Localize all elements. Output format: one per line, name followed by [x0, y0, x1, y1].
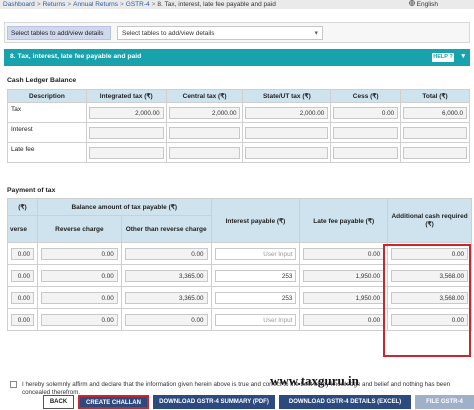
table-row: 0.00 0.00 0.00 User Input 0.00 0.00: [7, 308, 472, 331]
breadcrumb-current: 8. Tax, interest, late fee payable and p…: [157, 1, 276, 8]
readonly-field: 0.00: [11, 313, 34, 326]
breadcrumb-separator: >: [36, 1, 41, 8]
column-header: (₹): [7, 198, 38, 216]
readonly-field: 0.00: [40, 291, 118, 304]
readonly-field: 0.00: [40, 247, 118, 260]
breadcrumb: Dashboard > Returns > Annual Returns > G…: [0, 0, 474, 9]
section-header: 8. Tax, interest, late fee payable and p…: [4, 49, 470, 66]
table-row: Late fee: [7, 142, 470, 163]
table-selector-label: Select tables to add/view details: [7, 26, 111, 40]
language-selector[interactable]: English: [408, 0, 438, 8]
readonly-field: 0.00: [124, 247, 208, 260]
readonly-field: [88, 146, 164, 159]
readonly-field: [403, 146, 467, 159]
readonly-field: [403, 126, 467, 139]
readonly-field: [245, 126, 329, 139]
column-header: Reverse charge: [36, 215, 122, 243]
declaration-checkbox[interactable]: [10, 381, 17, 388]
breadcrumb-separator: >: [67, 1, 72, 8]
column-header: Other than reverse charge: [120, 215, 212, 243]
collapse-chevron-icon[interactable]: ▾: [461, 52, 465, 60]
language-label: English: [416, 0, 438, 8]
readonly-field: 0.00: [303, 313, 385, 326]
table-selector-value: Select tables to add/view details: [122, 30, 215, 37]
interest-input[interactable]: 253: [214, 291, 297, 304]
readonly-field: 3,568.00: [391, 269, 468, 282]
help-button[interactable]: HELP ?: [432, 53, 454, 62]
interest-input[interactable]: User Input: [214, 313, 297, 326]
readonly-field: 3,365.00: [124, 291, 208, 304]
interest-input[interactable]: 253: [214, 269, 297, 282]
readonly-field: 0.00: [40, 269, 118, 282]
breadcrumb-returns[interactable]: Returns: [43, 1, 66, 8]
readonly-field: 0.00: [391, 313, 468, 326]
readonly-field: 2,000.00: [245, 106, 329, 119]
readonly-field: 0.00: [303, 247, 385, 260]
readonly-field: [88, 126, 164, 139]
column-header: Late fee payable (₹): [299, 198, 389, 243]
breadcrumb-annual-returns[interactable]: Annual Returns: [73, 1, 118, 8]
globe-icon: [408, 0, 415, 8]
row-label: Late fee: [7, 142, 87, 163]
readonly-field: 0.00: [333, 106, 399, 119]
cash-ledger-table: Description Integrated tax (₹) Central t…: [7, 89, 470, 163]
readonly-field: 0.00: [391, 247, 468, 260]
readonly-field: 0.00: [11, 247, 34, 260]
column-header: verse: [7, 215, 38, 243]
column-header: Integrated tax (₹): [85, 89, 167, 103]
readonly-field: [245, 146, 329, 159]
column-header: Total (₹): [400, 89, 470, 103]
section-title: 8. Tax, interest, late fee payable and p…: [10, 53, 142, 60]
table-header-row: (₹) Balance amount of tax payable (₹) In…: [7, 198, 472, 243]
table-row: 0.00 0.00 3,365.00 253 1,950.00 3,568.00: [7, 286, 472, 309]
column-header: Description: [7, 89, 87, 103]
readonly-field: 0.00: [40, 313, 118, 326]
table-header-row: Description Integrated tax (₹) Central t…: [7, 89, 470, 103]
readonly-field: [333, 146, 399, 159]
readonly-field: 6,000.0: [403, 106, 467, 119]
readonly-field: 0.00: [11, 291, 34, 304]
readonly-field: 0.00: [124, 313, 208, 326]
download-details-button[interactable]: DOWNLOAD GSTR-4 DETAILS (EXCEL): [279, 395, 411, 409]
question-icon: ?: [449, 54, 453, 60]
column-header-group: Balance amount of tax payable (₹): [36, 198, 212, 216]
readonly-field: 0.00: [11, 269, 34, 282]
column-header: Cess (₹): [330, 89, 402, 103]
table-row: 0.00 0.00 3,365.00 253 1,950.00 3,568.00: [7, 264, 472, 287]
table-selector-row: Select tables to add/view details Select…: [4, 22, 470, 43]
readonly-field: 2,000.00: [168, 106, 241, 119]
column-header: Interest payable (₹): [210, 198, 301, 243]
breadcrumb-gstr4[interactable]: GSTR-4: [126, 1, 150, 8]
file-gstr4-button[interactable]: FILE GSTR-4: [415, 395, 474, 409]
cash-ledger-title: Cash Ledger Balance: [7, 77, 77, 84]
breadcrumb-separator: >: [151, 1, 156, 8]
back-button[interactable]: BACK: [43, 395, 74, 409]
table-row: Interest: [7, 122, 470, 143]
column-header: Additional cash required (₹): [387, 198, 472, 243]
readonly-field: 3,568.00: [391, 291, 468, 304]
chevron-down-icon: ▾: [314, 30, 318, 37]
table-row: Tax 2,000.00 2,000.00 2,000.00 0.00 6,00…: [7, 102, 470, 123]
column-header: Central tax (₹): [165, 89, 244, 103]
readonly-field: [333, 126, 399, 139]
download-summary-button[interactable]: DOWNLOAD GSTR-4 SUMMARY (PDF): [153, 395, 275, 409]
table-row: 0.00 0.00 0.00 User Input 0.00 0.00: [7, 242, 472, 265]
breadcrumb-dashboard[interactable]: Dashboard: [3, 1, 35, 8]
interest-input[interactable]: User Input: [214, 247, 297, 260]
readonly-field: 1,950.00: [303, 269, 385, 282]
readonly-field: 1,950.00: [303, 291, 385, 304]
readonly-field: 3,365.00: [124, 269, 208, 282]
payment-of-tax-title: Payment of tax: [7, 187, 56, 194]
breadcrumb-separator: >: [119, 1, 124, 8]
column-header: State/UT tax (₹): [242, 89, 332, 103]
create-challan-button[interactable]: CREATE CHALLAN: [78, 395, 149, 409]
payment-of-tax-table: (₹) Balance amount of tax payable (₹) In…: [7, 198, 472, 331]
table-selector-dropdown[interactable]: Select tables to add/view details ▾: [117, 26, 323, 40]
readonly-field: [168, 126, 241, 139]
readonly-field: 2,000.00: [88, 106, 164, 119]
row-label: Interest: [7, 122, 87, 143]
readonly-field: [168, 146, 241, 159]
row-label: Tax: [7, 102, 87, 123]
help-label: HELP: [433, 54, 448, 60]
